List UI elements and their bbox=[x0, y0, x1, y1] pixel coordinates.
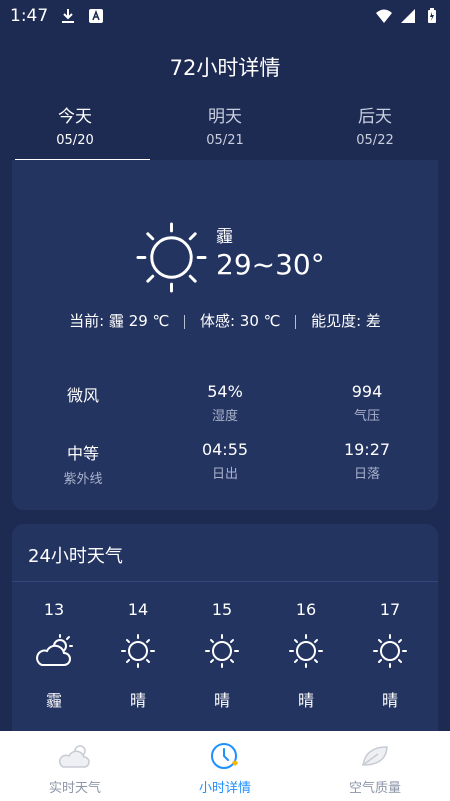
nav-hourly-details[interactable]: 小时详情 bbox=[150, 731, 300, 801]
sun-icon bbox=[373, 634, 407, 668]
nav-air-quality[interactable]: 空气质量 bbox=[300, 731, 450, 801]
hourly-title: 24小时天气 bbox=[28, 546, 123, 567]
hour-item: 17 晴 bbox=[348, 600, 432, 711]
stat-label: 紫外线 bbox=[63, 472, 103, 487]
hour-label: 13 bbox=[43, 600, 65, 619]
stat-label: 湿度 bbox=[211, 409, 238, 424]
current-temp-range: 29~30° bbox=[216, 248, 325, 281]
tab-label: 今天 bbox=[58, 107, 92, 127]
status-bar: 1:47 bbox=[0, 0, 450, 32]
current-now: 当前: 霾 29 ℃ bbox=[69, 312, 170, 330]
hourly-card: 24小时天气 13 霾 14 晴 15 晴 16 晴 17 晴 bbox=[12, 524, 438, 754]
stat-value: 04:55 bbox=[201, 440, 249, 459]
hour-item: 15 晴 bbox=[180, 600, 264, 711]
tab-day-after[interactable]: 后天 05/22 bbox=[300, 102, 450, 160]
hour-label: 15 bbox=[211, 600, 233, 619]
battery-icon bbox=[428, 8, 436, 23]
tab-date: 05/22 bbox=[356, 133, 394, 148]
stat-value: 994 bbox=[351, 382, 383, 401]
stat-label: 日落 bbox=[353, 467, 380, 482]
tab-label: 明天 bbox=[208, 107, 242, 127]
nav-label: 小时详情 bbox=[198, 781, 251, 796]
download-icon bbox=[62, 9, 75, 23]
divider bbox=[295, 314, 297, 329]
tab-label: 后天 bbox=[358, 107, 392, 127]
day-tabs: 今天 05/20 明天 05/21 后天 05/22 bbox=[0, 102, 450, 162]
signal-icon bbox=[401, 9, 415, 23]
hour-item: 13 霾 bbox=[12, 600, 96, 711]
stat-value: 19:27 bbox=[343, 440, 391, 459]
wifi-icon bbox=[376, 9, 392, 23]
status-time: 1:47 bbox=[10, 6, 49, 26]
hourly-list[interactable]: 13 霾 14 晴 15 晴 16 晴 17 晴 bbox=[12, 600, 438, 711]
current-summary: 霾 29~30° bbox=[134, 220, 364, 300]
page-title: 72小时详情 bbox=[169, 56, 281, 80]
current-condition: 霾 bbox=[216, 227, 233, 247]
current-feels: 体感: 30 ℃ bbox=[199, 312, 281, 330]
stat-sunset: 19:27 日落 bbox=[297, 440, 437, 482]
stat-wind: 微风 bbox=[13, 382, 153, 410]
tab-today[interactable]: 今天 05/20 bbox=[0, 102, 150, 162]
hour-label: 16 bbox=[295, 600, 317, 619]
stat-sunrise: 04:55 日出 bbox=[155, 440, 295, 482]
tab-date: 05/21 bbox=[206, 133, 244, 148]
clock-icon bbox=[211, 743, 238, 769]
sun-icon bbox=[205, 634, 239, 668]
hour-item: 14 晴 bbox=[96, 600, 180, 711]
stat-value: 中等 bbox=[66, 444, 99, 463]
partly-cloudy-icon bbox=[36, 634, 73, 666]
stat-value: 微风 bbox=[66, 386, 99, 405]
nav-label: 空气质量 bbox=[348, 781, 401, 796]
cloud-sun-icon bbox=[59, 745, 90, 768]
sun-icon bbox=[136, 222, 207, 293]
divider bbox=[12, 581, 438, 582]
bottom-nav: 实时天气 小时详情 空气质量 bbox=[0, 731, 450, 801]
hour-condition: 晴 bbox=[297, 691, 314, 710]
stat-uv: 中等 紫外线 bbox=[13, 440, 153, 487]
stat-label: 气压 bbox=[353, 409, 380, 424]
sun-icon bbox=[289, 634, 323, 668]
nav-label: 实时天气 bbox=[48, 781, 101, 796]
stat-value: 54% bbox=[207, 382, 243, 401]
tab-date: 05/20 bbox=[56, 133, 94, 148]
current-weather-card: 霾 29~30° 当前: 霾 29 ℃ 体感: 30 ℃ 能见度: 差 微风 5… bbox=[12, 160, 438, 510]
divider bbox=[184, 314, 186, 329]
app-notification-icon bbox=[89, 9, 104, 23]
hour-condition: 晴 bbox=[129, 691, 146, 710]
nav-realtime-weather[interactable]: 实时天气 bbox=[0, 731, 150, 801]
stat-pressure: 994 气压 bbox=[297, 382, 437, 424]
sun-icon bbox=[121, 634, 155, 668]
current-details-line: 当前: 霾 29 ℃ 体感: 30 ℃ 能见度: 差 bbox=[12, 310, 438, 331]
hour-label: 17 bbox=[379, 600, 401, 619]
hour-item: 16 晴 bbox=[264, 600, 348, 711]
stat-label: 日出 bbox=[211, 467, 238, 482]
tab-tomorrow[interactable]: 明天 05/21 bbox=[150, 102, 300, 160]
hour-condition: 晴 bbox=[213, 691, 230, 710]
hour-condition: 晴 bbox=[381, 691, 398, 710]
hour-condition: 霾 bbox=[45, 691, 62, 710]
current-visibility: 能见度: 差 bbox=[311, 312, 381, 330]
leaf-icon bbox=[362, 746, 388, 766]
stat-humidity: 54% 湿度 bbox=[155, 382, 295, 424]
hour-label: 14 bbox=[127, 600, 149, 619]
